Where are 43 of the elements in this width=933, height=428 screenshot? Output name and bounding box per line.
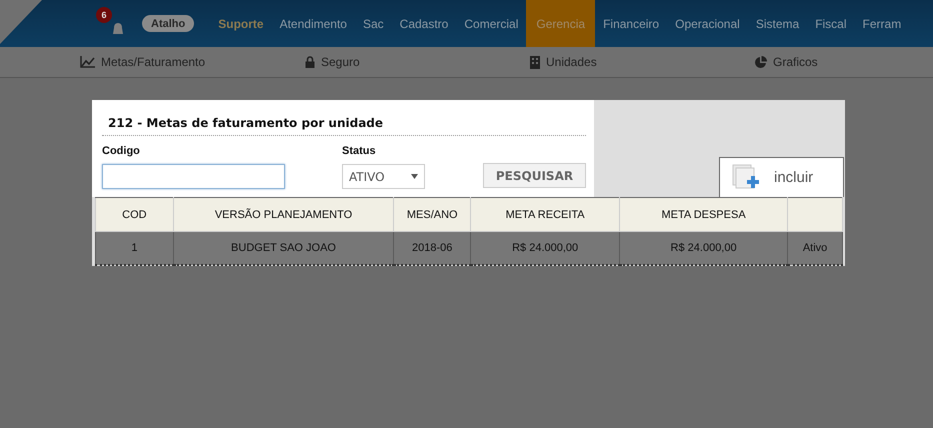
menu-item[interactable]: Financeiro [595, 0, 668, 47]
line-chart-icon [80, 56, 95, 68]
menu-item[interactable]: Sistema [748, 0, 808, 47]
column-header [788, 198, 842, 232]
menu-item[interactable]: Atendimento [272, 0, 355, 47]
table-cell: R$ 24.000,00 [670, 242, 737, 254]
add-document-icon [732, 164, 760, 192]
menu-item[interactable]: Operacional [667, 0, 748, 47]
dialog-title: 212 - Metas de faturamento por unidade [102, 100, 586, 136]
menu-item[interactable]: Comercial [456, 0, 526, 47]
submenu-link[interactable]: Metas/Faturamento [101, 55, 206, 69]
code-input-field[interactable] [102, 164, 285, 189]
table-row[interactable]: 1 BUDGET SAO JOAO 2018-06 R$ 24.000,00 R$ 24.000,00 Ativo [96, 232, 842, 265]
table-cell: 1 [131, 242, 138, 254]
submenu-link[interactable]: Graficos [773, 55, 818, 69]
building-icon [530, 56, 540, 68]
shortcut-button[interactable]: Atalho [142, 15, 194, 32]
column-header: META RECEITA [470, 198, 620, 232]
menu-item[interactable]: Fiscal [807, 0, 855, 47]
table-cell: Ativo [802, 242, 828, 254]
submenu-link[interactable]: Seguro [321, 55, 360, 69]
column-header: VERSÃO PLANEJAMENTO [173, 198, 394, 232]
bell-icon[interactable] [110, 20, 126, 36]
column-header: MES/ANO [394, 198, 471, 232]
caret-icon [411, 174, 418, 179]
status-dropdown[interactable]: ATIVO [342, 164, 425, 189]
search-button[interactable]: PESQUISAR [483, 163, 586, 188]
menu-item[interactable]: Suporte [210, 0, 272, 47]
pie-chart-icon [755, 56, 767, 68]
field-label: Codigo [102, 145, 141, 157]
add-button[interactable]: incluir [719, 157, 844, 197]
table-cell: R$ 24.000,00 [512, 242, 578, 254]
menu-item[interactable]: Sac [354, 0, 392, 47]
menu-item[interactable]: Cadastro [392, 0, 456, 47]
notification-count: 6 [96, 6, 112, 22]
submenu-link[interactable]: Unidades [546, 55, 597, 69]
column-header: META DESPESA [620, 198, 788, 232]
field-label: Status [342, 145, 377, 157]
column-header: COD [96, 198, 174, 232]
menu-item[interactable]: Ferram [854, 0, 910, 47]
table-cell: BUDGET SAO JOAO [231, 242, 336, 254]
table-cell: 2018-06 [412, 242, 452, 254]
lock-icon [305, 56, 315, 68]
